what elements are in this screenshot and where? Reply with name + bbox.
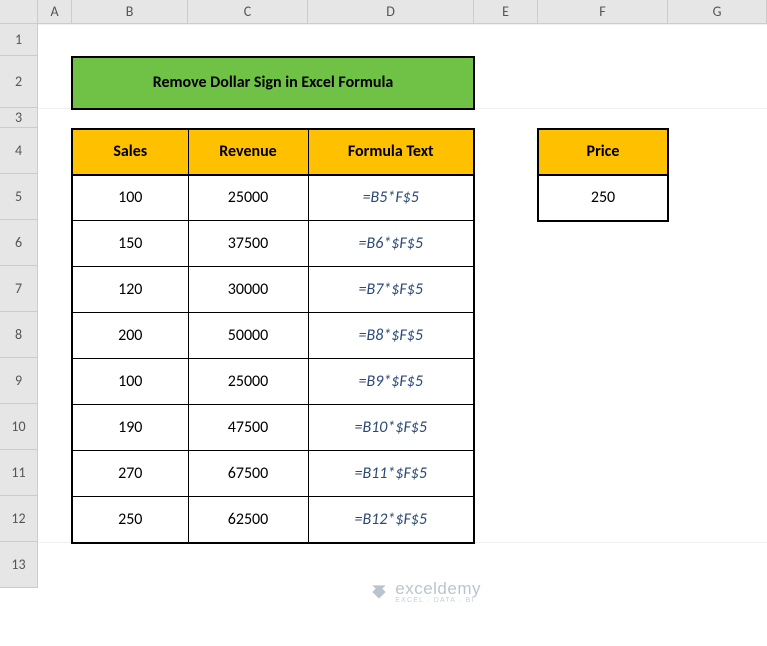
watermark: exceldemy EXCEL · DATA · BI <box>369 579 481 604</box>
col-header-E[interactable]: E <box>474 0 538 23</box>
row-header-8[interactable]: 8 <box>0 312 38 358</box>
cell-D8[interactable]: =B8*$F$5 <box>308 313 474 359</box>
row-header-13[interactable]: 13 <box>0 542 38 588</box>
title-cell[interactable]: Remove Dollar Sign in Excel Formula <box>72 57 474 109</box>
cell-C11[interactable]: 67500 <box>188 451 308 497</box>
cell-D10[interactable]: =B10*$F$5 <box>308 405 474 451</box>
row-header-1[interactable]: 1 <box>0 24 38 56</box>
cell-B11[interactable]: 270 <box>72 451 188 497</box>
col-header-G[interactable]: G <box>668 0 767 23</box>
cell-B12[interactable]: 250 <box>72 497 188 543</box>
row-header-12[interactable]: 12 <box>0 496 38 542</box>
row-header-col: 1 2 3 4 5 6 7 8 9 10 11 12 13 <box>0 24 38 588</box>
cells-table: Remove Dollar Sign in Excel Formula Sale… <box>38 24 767 589</box>
watermark-tag: EXCEL · DATA · BI <box>395 597 481 604</box>
grid-area: Remove Dollar Sign in Excel Formula Sale… <box>38 24 767 646</box>
cell-C5[interactable]: 25000 <box>188 175 308 221</box>
header-formula-text[interactable]: Formula Text <box>308 129 474 175</box>
watermark-brand: exceldemy <box>395 579 481 598</box>
watermark-logo-icon <box>369 582 389 602</box>
cell-D11[interactable]: =B11*$F$5 <box>308 451 474 497</box>
cell-D9[interactable]: =B9*$F$5 <box>308 359 474 405</box>
col-header-B[interactable]: B <box>72 0 188 23</box>
row-header-10[interactable]: 10 <box>0 404 38 450</box>
cell-B7[interactable]: 120 <box>72 267 188 313</box>
cell-D6[interactable]: =B6*$F$5 <box>308 221 474 267</box>
cell-B5[interactable]: 100 <box>72 175 188 221</box>
row-header-9[interactable]: 9 <box>0 358 38 404</box>
cell-C10[interactable]: 47500 <box>188 405 308 451</box>
row-header-5[interactable]: 5 <box>0 174 38 220</box>
header-sales[interactable]: Sales <box>72 129 188 175</box>
column-header-row: A B C D E F G <box>0 0 767 24</box>
spreadsheet-view: A B C D E F G 1 2 3 4 5 6 7 8 9 10 11 12… <box>0 0 767 646</box>
cell-B8[interactable]: 200 <box>72 313 188 359</box>
cell-B10[interactable]: 190 <box>72 405 188 451</box>
row-header-11[interactable]: 11 <box>0 450 38 496</box>
row-header-7[interactable]: 7 <box>0 266 38 312</box>
header-price[interactable]: Price <box>538 129 668 175</box>
cell-D5[interactable]: =B5*F$5 <box>308 175 474 221</box>
cell-D7[interactable]: =B7*$F$5 <box>308 267 474 313</box>
cell-D12[interactable]: =B12*$F$5 <box>308 497 474 543</box>
row-header-3[interactable]: 3 <box>0 108 38 128</box>
row-header-4[interactable]: 4 <box>0 128 38 174</box>
cell-C9[interactable]: 25000 <box>188 359 308 405</box>
header-revenue[interactable]: Revenue <box>188 129 308 175</box>
col-header-A[interactable]: A <box>38 0 72 23</box>
cell-B6[interactable]: 150 <box>72 221 188 267</box>
cell-B9[interactable]: 100 <box>72 359 188 405</box>
cell-C6[interactable]: 37500 <box>188 221 308 267</box>
cell-F5[interactable]: 250 <box>538 175 668 221</box>
select-all-corner[interactable] <box>0 0 38 23</box>
cell-C7[interactable]: 30000 <box>188 267 308 313</box>
cell-C12[interactable]: 62500 <box>188 497 308 543</box>
row-header-6[interactable]: 6 <box>0 220 38 266</box>
cell-C8[interactable]: 50000 <box>188 313 308 359</box>
col-header-C[interactable]: C <box>188 0 308 23</box>
row-header-2[interactable]: 2 <box>0 56 38 108</box>
col-header-D[interactable]: D <box>308 0 474 23</box>
col-header-F[interactable]: F <box>538 0 668 23</box>
